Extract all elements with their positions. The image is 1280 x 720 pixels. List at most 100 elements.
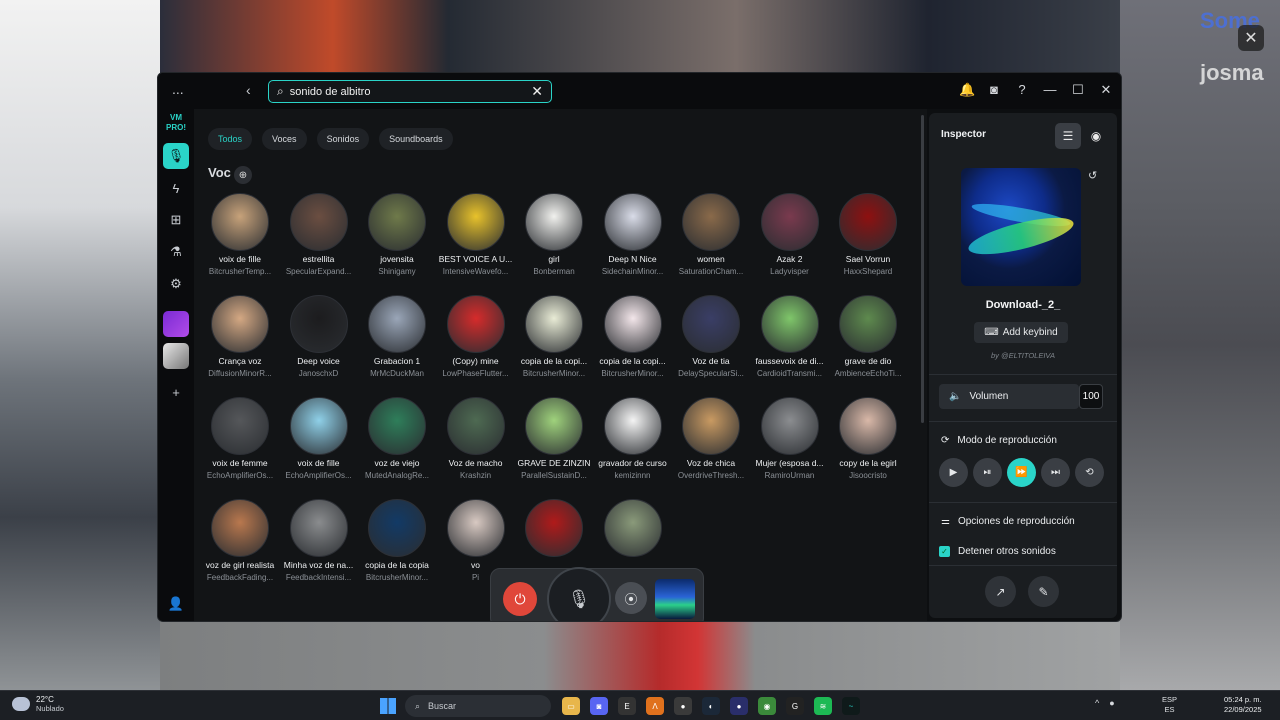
microphone-button[interactable]: 🎙 bbox=[547, 567, 611, 621]
file-explorer-icon[interactable]: ▭ bbox=[562, 697, 580, 715]
voice-card[interactable]: Azak 2 Ladyvisper bbox=[750, 193, 830, 276]
voice-card[interactable]: copia de la copia BitcrusherMinor... bbox=[357, 499, 437, 582]
voice-avatar bbox=[603, 193, 662, 251]
add-keybind-button[interactable]: ⌨ Add keybind bbox=[974, 322, 1068, 343]
language-indicator[interactable]: ESP ES bbox=[1162, 695, 1177, 715]
filter-todos[interactable]: Todos bbox=[208, 128, 253, 150]
app-icon[interactable]: Λ bbox=[646, 697, 664, 715]
overlay-close-button[interactable]: ✕ bbox=[1238, 25, 1264, 51]
back-button[interactable]: ‹ bbox=[246, 82, 251, 98]
voice-card[interactable]: voix de femme EchoAmplifierOs... bbox=[200, 397, 280, 480]
epic-games-icon[interactable]: E bbox=[618, 697, 636, 715]
reset-icon[interactable]: ↺ bbox=[1088, 169, 1097, 182]
mode-loop[interactable]: ⟲ bbox=[1075, 458, 1104, 487]
volume-control[interactable]: 🔈 Volumen bbox=[939, 384, 1079, 409]
github-icon[interactable]: ● bbox=[674, 697, 692, 715]
power-button[interactable]: ⏻ bbox=[503, 582, 537, 616]
menu-button[interactable]: ... bbox=[172, 81, 184, 97]
taskbar-search[interactable]: ⌕ Buscar bbox=[405, 695, 551, 717]
voice-card[interactable] bbox=[593, 499, 673, 563]
sidebar-effects-button[interactable]: ϟ bbox=[163, 175, 189, 201]
help-icon[interactable]: ? bbox=[1015, 82, 1029, 98]
discord-icon[interactable]: ◙ bbox=[987, 82, 1001, 98]
mode-play-stop[interactable]: ⏭ bbox=[1041, 458, 1070, 487]
volume-value[interactable]: 100 bbox=[1079, 384, 1103, 409]
sidebar-lab-button[interactable]: ⚗ bbox=[163, 239, 189, 265]
mode-play-overlap[interactable]: ⏩ bbox=[1007, 458, 1036, 487]
share-button[interactable]: ↗ bbox=[985, 576, 1016, 607]
minimize-icon[interactable]: — bbox=[1043, 82, 1057, 98]
clear-search-button[interactable]: ✕ bbox=[531, 83, 543, 100]
hear-myself-button[interactable]: ⦿ bbox=[615, 582, 647, 614]
sidebar-voices-button[interactable]: 🎙 bbox=[163, 143, 189, 169]
steam-icon[interactable]: ◐ bbox=[702, 697, 720, 715]
bell-icon[interactable]: 🔔 bbox=[959, 82, 975, 98]
time: 05:24 p. m. bbox=[1224, 695, 1262, 704]
section-add-icon[interactable]: ⊕ bbox=[234, 166, 252, 184]
voice-card[interactable]: Grabacion 1 MrMcDuckMan bbox=[357, 295, 437, 378]
filter-soundboards[interactable]: Soundboards bbox=[379, 128, 453, 150]
voice-card[interactable]: copy de la egirl Jisoocristo bbox=[828, 397, 908, 480]
voice-card[interactable]: girl Bonberman bbox=[514, 193, 594, 276]
checkbox-icon[interactable]: ✓ bbox=[939, 546, 950, 557]
scrollbar[interactable] bbox=[921, 115, 924, 423]
voice-card[interactable]: (Copy) mine LowPhaseFlutter... bbox=[436, 295, 516, 378]
discord-icon[interactable]: ◙ bbox=[590, 697, 608, 715]
voice-card[interactable]: grave de dio AmbienceEchoTi... bbox=[828, 295, 908, 378]
filter-sonidos[interactable]: Sonidos bbox=[316, 128, 370, 150]
mode-play-restart[interactable]: ▶ bbox=[939, 458, 968, 487]
voice-card[interactable]: GRAVE DE ZINZIN ParallelSustainD... bbox=[514, 397, 594, 480]
voice-card[interactable]: estrellita SpecularExpand... bbox=[279, 193, 359, 276]
filter-voces[interactable]: Voces bbox=[262, 128, 307, 150]
voice-card[interactable]: Voz de macho Krashzin bbox=[436, 397, 516, 480]
voice-card[interactable]: women SaturationCham... bbox=[671, 193, 751, 276]
clock[interactable]: 05:24 p. m. 22/09/2025 bbox=[1224, 695, 1262, 715]
voice-card[interactable] bbox=[514, 499, 594, 563]
add-soundboard-button[interactable]: + bbox=[163, 379, 189, 405]
app-icon[interactable]: G bbox=[786, 697, 804, 715]
search-input[interactable] bbox=[289, 85, 510, 98]
close-icon[interactable]: ✕ bbox=[1099, 82, 1113, 98]
weather-widget[interactable]: 22°C Nublado bbox=[12, 695, 64, 713]
tray-app-icon[interactable]: ● bbox=[1109, 698, 1114, 708]
spotify-icon[interactable]: ≋ bbox=[814, 697, 832, 715]
soundboard-thumb-purple[interactable] bbox=[163, 311, 189, 337]
voice-card[interactable]: Deep voice JanoschxD bbox=[279, 295, 359, 378]
voice-card[interactable]: faussevoix de di... CardioidTransmi... bbox=[750, 295, 830, 378]
record-icon[interactable]: ◉ bbox=[1083, 123, 1109, 149]
playback-options-row[interactable]: ⚌ Opciones de reproducción bbox=[941, 516, 1075, 527]
app-icon[interactable]: ● bbox=[730, 697, 748, 715]
sliders-icon[interactable]: ☰ bbox=[1055, 123, 1081, 149]
current-voice-thumb[interactable] bbox=[655, 579, 695, 619]
voice-card[interactable]: voix de fille BitcrusherTemp... bbox=[200, 193, 280, 276]
voice-card[interactable]: Mujer (esposa d... RamiroUrman bbox=[750, 397, 830, 480]
voice-card[interactable]: Crança voz DiffusionMinorR... bbox=[200, 295, 280, 378]
voicemod-taskbar-icon[interactable]: ~ bbox=[842, 697, 860, 715]
voice-card[interactable]: copia de la copi... BitcrusherMinor... bbox=[593, 295, 673, 378]
voice-card[interactable]: voz de girl realista FeedbackFading... bbox=[200, 499, 280, 582]
voice-card[interactable]: Deep N Nice SidechainMinor... bbox=[593, 193, 673, 276]
voice-card[interactable]: copia de la copi... BitcrusherMinor... bbox=[514, 295, 594, 378]
voice-card[interactable]: Sael Vorrun HaxxShepard bbox=[828, 193, 908, 276]
windows-start-icon[interactable] bbox=[380, 698, 396, 714]
soundboard-thumb-gray[interactable] bbox=[163, 343, 189, 369]
voice-card[interactable]: Voz de tia DelaySpecularSi... bbox=[671, 295, 751, 378]
sidebar-settings-button[interactable]: ⚙ bbox=[163, 271, 189, 297]
sound-name: Download-_2_ bbox=[985, 299, 1061, 311]
voice-card[interactable]: voix de fille EchoAmplifierOs... bbox=[279, 397, 359, 480]
sidebar-apps-button[interactable]: ⊞ bbox=[163, 207, 189, 233]
maximize-icon[interactable]: ☐ bbox=[1071, 82, 1085, 98]
mode-play-pause[interactable]: ⏯ bbox=[973, 458, 1002, 487]
voice-card[interactable]: voz de viejo MutedAnalogRe... bbox=[357, 397, 437, 480]
taskbar-apps: ▭ ◙ E Λ ● ◐ ● ◉ G ≋ ~ bbox=[562, 697, 860, 715]
stop-others-toggle[interactable]: ✓ Detener otros sonidos bbox=[939, 546, 1056, 557]
profile-button[interactable]: 👤 bbox=[163, 591, 189, 617]
voice-card[interactable]: Minha voz de na... FeedbackIntensi... bbox=[279, 499, 359, 582]
voice-card[interactable]: gravador de curso kemizinnn bbox=[593, 397, 673, 480]
edit-button[interactable]: ✎ bbox=[1028, 576, 1059, 607]
chrome-icon[interactable]: ◉ bbox=[758, 697, 776, 715]
chevron-up-icon[interactable]: ^ bbox=[1095, 698, 1099, 708]
voice-card[interactable]: BEST VOICE A U... IntensiveWavefo... bbox=[436, 193, 516, 276]
voice-card[interactable]: Voz de chica OverdriveThresh... bbox=[671, 397, 751, 480]
voice-card[interactable]: jovensita Shinigamy bbox=[357, 193, 437, 276]
